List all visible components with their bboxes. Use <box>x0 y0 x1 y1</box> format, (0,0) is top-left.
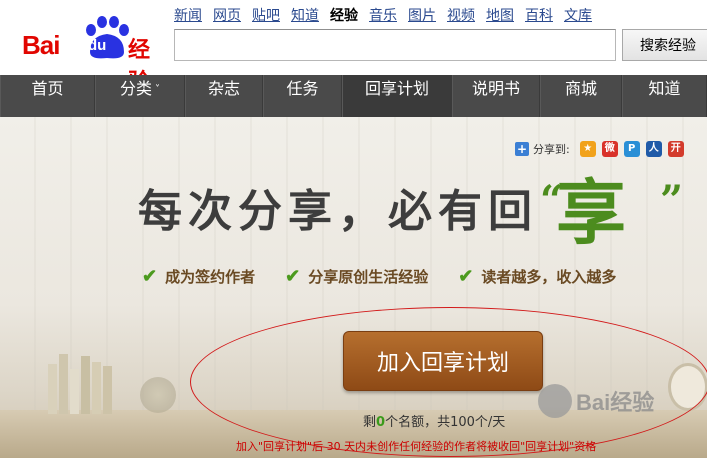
baidu-jingyan-logo[interactable]: Bai du 经验 <box>22 16 170 95</box>
tqq-icon[interactable]: P <box>623 141 640 157</box>
share-plus-icon[interactable]: + <box>515 142 529 156</box>
slogan-highlight: 享 <box>556 171 626 254</box>
topnav-link-images[interactable]: 图片 <box>408 5 436 25</box>
quota-prefix: 剩 <box>363 415 377 430</box>
logo-du-text: du <box>88 37 107 54</box>
benefit-item: ✔ 读者越多，收入越多 <box>458 266 616 287</box>
huixiang-banner: + 分享到: ★ 微 P 人 开 每次分享，必有回 “ 享 ” ✔ 成为签约作者… <box>0 117 707 458</box>
benefit-text: 成为签约作者 <box>165 268 256 286</box>
watermark-text: Bai经验 <box>576 390 655 415</box>
product-nav: 新闻 网页 贴吧 知道 经验 音乐 图片 视频 地图 百科 文库 <box>174 5 603 25</box>
topnav-link-map[interactable]: 地图 <box>486 5 514 25</box>
topnav-link-news[interactable]: 新闻 <box>174 5 202 25</box>
search-button[interactable]: 搜索经验 <box>622 29 707 61</box>
nav-item-manual[interactable]: 说明书 <box>452 75 540 117</box>
weibo-icon[interactable]: 微 <box>601 141 618 157</box>
quota-remaining: 0 <box>376 415 386 430</box>
slogan-quote-right: ” <box>660 177 684 224</box>
topnav-link-music[interactable]: 音乐 <box>369 5 397 25</box>
logo-bai-text: Bai <box>22 30 60 60</box>
topnav-link-jingyan: 经验 <box>330 8 358 24</box>
share-label: 分享到: <box>533 143 570 156</box>
topnav-link-baike[interactable]: 百科 <box>525 5 553 25</box>
quota-text: 剩0个名额，共100个/天 <box>363 411 505 430</box>
nav-item-zhidao[interactable]: 知道 <box>622 75 707 117</box>
benefit-text: 分享原创生活经验 <box>308 268 429 286</box>
benefit-item: ✔ 成为签约作者 <box>142 266 255 287</box>
eligibility-notice: 加入"回享计划"后 30 天内未创作任何经验的作者将被收回"回享计划"资格 <box>236 440 597 453</box>
watermark-paw-icon <box>538 384 572 418</box>
nav-item-tasks[interactable]: 任务 <box>263 75 342 117</box>
main-nav: 首页 分类 ˅ 杂志 任务 回享计划 说明书 商城 知道 <box>0 75 707 117</box>
page-header: Bai du 经验 新闻 网页 贴吧 知道 经验 音乐 图片 视频 地图 百科 … <box>0 0 707 95</box>
check-icon: ✔ <box>142 266 158 287</box>
quota-suffix: 个名额，共100个/天 <box>385 415 506 430</box>
renren-icon[interactable]: 人 <box>645 141 662 157</box>
benefit-item: ✔ 分享原创生活经验 <box>285 266 428 287</box>
search-input[interactable] <box>174 29 616 61</box>
baidu-watermark: Bai经验 <box>538 384 654 418</box>
check-icon: ✔ <box>285 266 301 287</box>
nav-item-category-label: 分类 <box>119 79 152 98</box>
share-bar: + 分享到: ★ 微 P 人 开 <box>515 141 686 157</box>
topnav-link-zhidao[interactable]: 知道 <box>291 5 319 25</box>
nav-item-home[interactable]: 首页 <box>0 75 95 117</box>
qzone-icon[interactable]: ★ <box>579 141 596 157</box>
benefits-list: ✔ 成为签约作者 ✔ 分享原创生活经验 ✔ 读者越多，收入越多 <box>142 266 646 287</box>
topnav-link-video[interactable]: 视频 <box>447 5 475 25</box>
nav-item-huixiang[interactable]: 回享计划 <box>342 75 452 117</box>
check-icon: ✔ <box>458 266 474 287</box>
benefit-text: 读者越多，收入越多 <box>481 268 617 286</box>
join-huixiang-button[interactable]: 加入回享计划 <box>343 331 543 391</box>
nav-item-mall[interactable]: 商城 <box>540 75 622 117</box>
chevron-down-icon: ˅ <box>155 84 160 95</box>
topnav-link-tieba[interactable]: 贴吧 <box>252 5 280 25</box>
kaixin-icon[interactable]: 开 <box>667 141 684 157</box>
plant-decoration <box>140 377 176 413</box>
topnav-link-wenku[interactable]: 文库 <box>564 5 592 25</box>
topnav-link-web[interactable]: 网页 <box>213 5 241 25</box>
banner-slogan: 每次分享，必有回 <box>138 186 538 237</box>
nav-item-magazine[interactable]: 杂志 <box>185 75 263 117</box>
nav-item-category[interactable]: 分类 ˅ <box>95 75 185 117</box>
books-decoration <box>48 344 118 414</box>
